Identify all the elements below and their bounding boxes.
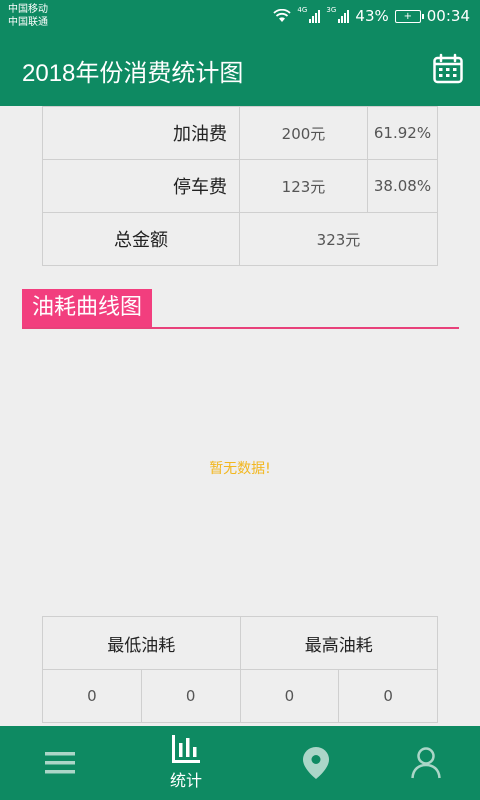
menu-icon [45, 752, 75, 774]
status-indicators: 4G 3G 43% + 00:34 [273, 6, 470, 25]
table-row: 停车费 123元 38.08% [42, 159, 438, 213]
user-icon [411, 747, 441, 779]
empty-chart-message: 暂无数据! [209, 461, 271, 477]
battery-percent: 43% [355, 7, 389, 25]
cost-table: 加油费 200元 61.92% 停车费 123元 38.08% 总金额 323元 [42, 106, 438, 266]
calendar-icon[interactable] [432, 53, 464, 85]
cost-label: 加油费 [42, 106, 240, 160]
network-type-1: 4G [297, 6, 308, 14]
cost-percent: 38.08% [367, 159, 438, 213]
nav-profile[interactable] [366, 726, 480, 800]
total-label: 总金额 [42, 212, 240, 266]
nav-statistics[interactable]: 统计 [126, 726, 246, 800]
table-header-row: 最低油耗 最高油耗 [42, 616, 438, 670]
section-title: 油耗曲线图 [22, 289, 153, 327]
bar-chart-icon [172, 735, 200, 763]
signal-icon-1: 4G [297, 6, 321, 23]
nav-location[interactable] [256, 726, 376, 800]
max-fuel-header: 最高油耗 [239, 616, 438, 670]
total-row: 总金额 323元 [42, 212, 438, 266]
cost-label: 停车费 [42, 159, 240, 213]
fuel-section-header: 油耗曲线图 [22, 289, 459, 329]
fuel-value: 0 [239, 669, 340, 723]
fuel-value: 0 [42, 669, 142, 723]
carrier-info: 中国移动 中国联通 [8, 3, 48, 29]
wifi-icon [273, 9, 292, 22]
total-value: 323元 [239, 212, 438, 266]
fuel-consumption-table: 最低油耗 最高油耗 0 0 0 0 [42, 616, 438, 723]
fuel-value: 0 [338, 669, 438, 723]
min-fuel-header: 最低油耗 [42, 616, 241, 670]
nav-label: 统计 [169, 771, 202, 790]
signal-icon-2: 3G [326, 6, 350, 23]
bottom-nav: 统计 [0, 726, 480, 800]
status-bar: 中国移动 中国联通 4G 3G 43% + 00:34 [0, 0, 480, 34]
fuel-value: 0 [140, 669, 241, 723]
carrier-1: 中国移动 [8, 4, 48, 15]
clock: 00:34 [426, 7, 470, 25]
app-bar: 2018年份消费统计图 [0, 34, 480, 106]
page-title: 2018年份消费统计图 [22, 60, 244, 87]
location-pin-icon [303, 747, 329, 779]
cost-percent: 61.92% [367, 106, 438, 160]
network-type-2: 3G [326, 6, 337, 14]
table-row: 加油费 200元 61.92% [42, 106, 438, 160]
cost-amount: 123元 [239, 159, 368, 213]
nav-menu[interactable] [0, 726, 120, 800]
cost-amount: 200元 [239, 106, 368, 160]
carrier-2: 中国联通 [8, 17, 48, 28]
battery-icon: + [394, 9, 424, 23]
table-row: 0 0 0 0 [42, 669, 438, 723]
